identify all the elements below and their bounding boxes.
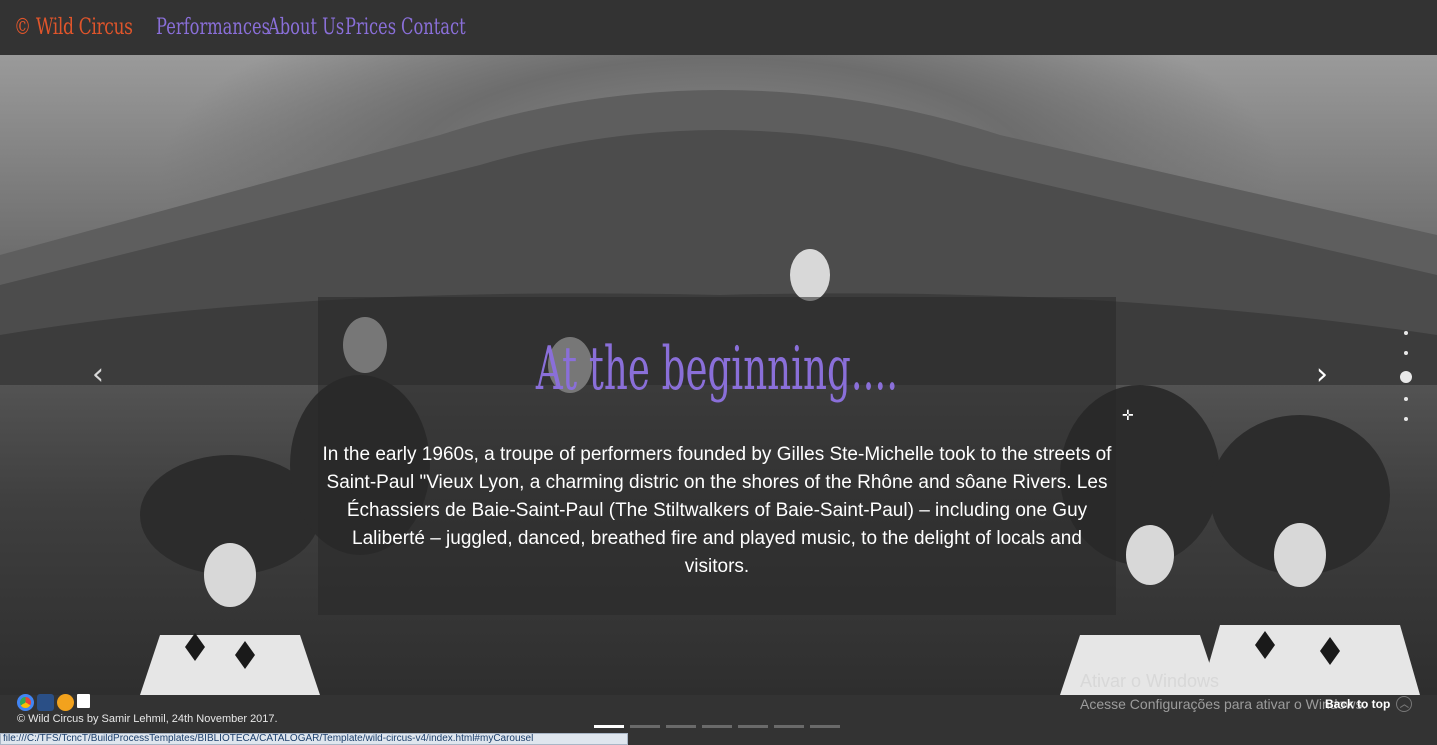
caption-text: In the early 1960s, a troupe of performe… bbox=[322, 444, 1112, 577]
brand-logo-link[interactable]: © Wild Circus bbox=[14, 15, 133, 40]
slide-dot-active[interactable] bbox=[1400, 371, 1412, 383]
carousel-indicator[interactable] bbox=[810, 725, 840, 728]
vertical-slide-dots bbox=[1399, 331, 1413, 437]
nav-link-contact[interactable]: Contact bbox=[401, 15, 466, 40]
paint-icon[interactable] bbox=[57, 694, 74, 711]
windows-activation-subtitle: Acesse Configurações para ativar o Windo… bbox=[1080, 696, 1367, 712]
copyright-text: © Wild Circus by Samir Lehmil, 24th Nove… bbox=[17, 713, 278, 725]
carousel-indicator[interactable] bbox=[702, 725, 732, 728]
carousel-indicator-active[interactable] bbox=[594, 725, 624, 728]
back-to-top-label: Back to top bbox=[1325, 697, 1391, 711]
slide-dot[interactable] bbox=[1404, 397, 1408, 401]
taskbar-icons bbox=[17, 694, 90, 711]
caption-title: At the beginning.... bbox=[535, 334, 899, 404]
top-navbar: © Wild Circus Performances About Us Pric… bbox=[0, 0, 1437, 55]
app-grid-icon[interactable] bbox=[37, 694, 54, 711]
windows-activation-title: Ativar o Windows bbox=[1080, 671, 1220, 691]
move-cursor-icon: ✛ bbox=[1122, 408, 1134, 424]
chrome-icon[interactable] bbox=[17, 694, 34, 711]
carousel-caption: At the beginning.... In the early 1960s,… bbox=[318, 297, 1116, 615]
carousel-indicator[interactable] bbox=[774, 725, 804, 728]
back-to-top-link[interactable]: Back to top ︿ bbox=[1325, 696, 1413, 712]
carousel-indicator[interactable] bbox=[630, 725, 660, 728]
carousel-indicator[interactable] bbox=[738, 725, 768, 728]
carousel-indicators bbox=[594, 725, 840, 728]
hero-carousel: At the beginning.... In the early 1960s,… bbox=[0, 55, 1437, 695]
browser-status-bar: file:///C:/TFS/TcncT/BuildProcessTemplat… bbox=[0, 733, 628, 745]
broken-image-icon bbox=[77, 694, 90, 708]
nav-link-about-us[interactable]: About Us bbox=[268, 15, 344, 40]
slide-dot[interactable] bbox=[1404, 331, 1408, 335]
chevron-right-icon[interactable]: › bbox=[1316, 357, 1328, 392]
carousel-indicator[interactable] bbox=[666, 725, 696, 728]
chevron-up-icon: ︿ bbox=[1396, 696, 1413, 712]
nav-links: Performances About Us Prices Contact bbox=[156, 15, 471, 40]
slide-dot[interactable] bbox=[1404, 351, 1408, 355]
nav-link-performances[interactable]: Performances bbox=[156, 15, 270, 40]
chevron-left-icon[interactable]: ‹ bbox=[92, 357, 104, 392]
slide-dot[interactable] bbox=[1404, 417, 1408, 421]
nav-link-prices[interactable]: Prices bbox=[345, 15, 396, 40]
